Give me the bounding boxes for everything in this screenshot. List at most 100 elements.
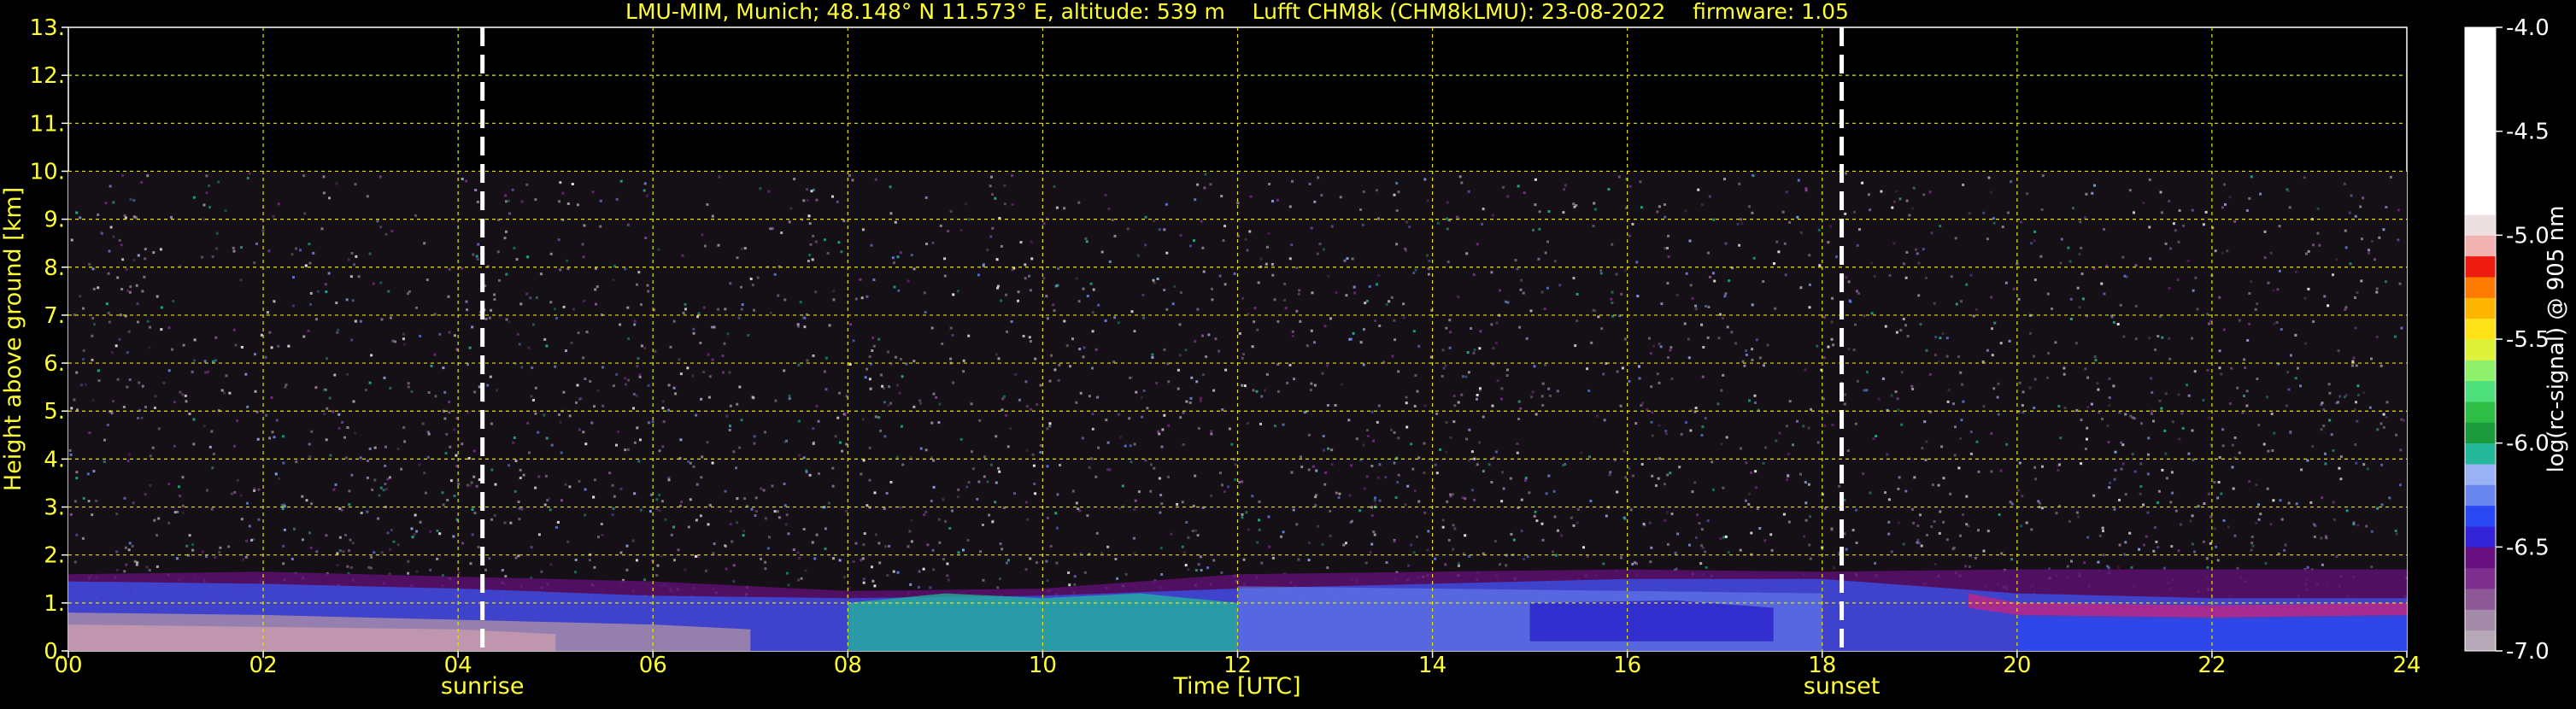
noise-speckle [1091,427,1094,431]
noise-speckle [1230,442,1234,446]
noise-speckle [309,303,312,306]
noise-speckle [315,550,319,554]
x-tick-label: 24 [2392,653,2421,678]
noise-speckle [407,382,410,385]
noise-speckle [943,257,947,261]
noise-speckle [908,530,912,533]
noise-speckle [1646,408,1649,411]
noise-speckle [511,188,514,191]
noise-speckle [554,365,557,368]
noise-speckle [1071,489,1075,493]
noise-speckle [871,337,875,339]
noise-speckle [1035,561,1038,565]
noise-speckle [2208,416,2210,419]
noise-speckle [1543,308,1546,311]
noise-speckle [2180,523,2182,526]
noise-speckle [155,295,159,298]
noise-speckle [626,223,630,226]
noise-speckle [1202,270,1206,273]
noise-speckle [2098,411,2101,414]
noise-speckle [138,381,141,384]
noise-speckle [1075,277,1078,280]
noise-speckle [1242,558,1246,561]
noise-speckle [426,455,430,459]
noise-speckle [997,466,1000,470]
noise-speckle [92,287,96,290]
noise-speckle [732,450,736,454]
noise-speckle [545,344,549,348]
noise-speckle [1658,343,1661,346]
noise-speckle [1464,534,1467,537]
noise-speckle [254,353,256,356]
noise-speckle [1374,319,1377,323]
noise-speckle [2400,326,2403,330]
noise-speckle [434,395,437,398]
noise-speckle [701,455,704,459]
noise-speckle [326,357,328,360]
noise-speckle [1719,313,1722,316]
noise-speckle [2307,287,2310,290]
noise-speckle [272,214,275,218]
noise-speckle [1297,292,1300,296]
noise-speckle [995,481,998,484]
noise-speckle [342,550,345,554]
noise-speckle [1950,275,1953,278]
noise-speckle [2379,422,2383,425]
noise-speckle [1370,514,1374,517]
noise-speckle [601,366,604,369]
noise-speckle [1809,515,1812,519]
noise-speckle [1573,205,1576,208]
noise-speckle [1048,422,1052,425]
noise-speckle [1149,463,1153,466]
noise-speckle [802,199,806,202]
noise-speckle [578,397,582,401]
noise-speckle [1723,295,1727,298]
noise-speckle [2278,225,2281,228]
noise-speckle [1170,532,1173,536]
noise-speckle [1516,451,1519,454]
noise-speckle [2289,354,2292,357]
noise-speckle [925,243,928,246]
noise-speckle [1395,209,1399,213]
noise-speckle [2216,559,2220,562]
noise-speckle [1530,396,1534,399]
noise-speckle [2231,443,2234,447]
noise-speckle [357,275,361,278]
noise-speckle [2328,419,2332,422]
noise-speckle [1453,404,1457,407]
noise-speckle [1113,234,1117,237]
noise-speckle [888,385,891,389]
noise-speckle [316,290,320,293]
noise-speckle [248,172,251,175]
noise-speckle [108,249,111,253]
noise-speckle [1700,203,1704,206]
noise-speckle [1725,436,1728,439]
noise-speckle [1395,182,1399,185]
noise-speckle [295,247,297,250]
noise-speckle [1792,443,1794,447]
noise-speckle [1990,190,1993,194]
noise-speckle [1377,404,1381,407]
noise-speckle [1258,500,1261,503]
noise-speckle [1197,563,1200,566]
noise-speckle [2069,297,2073,301]
noise-speckle [1300,455,1302,459]
noise-speckle [403,440,407,443]
noise-speckle [2267,449,2270,453]
noise-speckle [1393,431,1396,434]
noise-speckle [323,412,326,415]
noise-speckle [2388,496,2391,500]
noise-speckle [1959,534,1962,537]
noise-speckle [1897,521,1900,524]
noise-speckle [2367,251,2370,255]
noise-speckle [2382,425,2385,429]
noise-speckle [1082,355,1085,359]
noise-speckle [1642,522,1646,525]
noise-speckle [1711,272,1715,275]
noise-speckle [1734,342,1737,345]
noise-speckle [1445,326,1448,330]
noise-speckle [390,230,394,232]
noise-speckle [1394,496,1398,499]
noise-speckle [1590,341,1593,344]
noise-speckle [896,255,900,259]
